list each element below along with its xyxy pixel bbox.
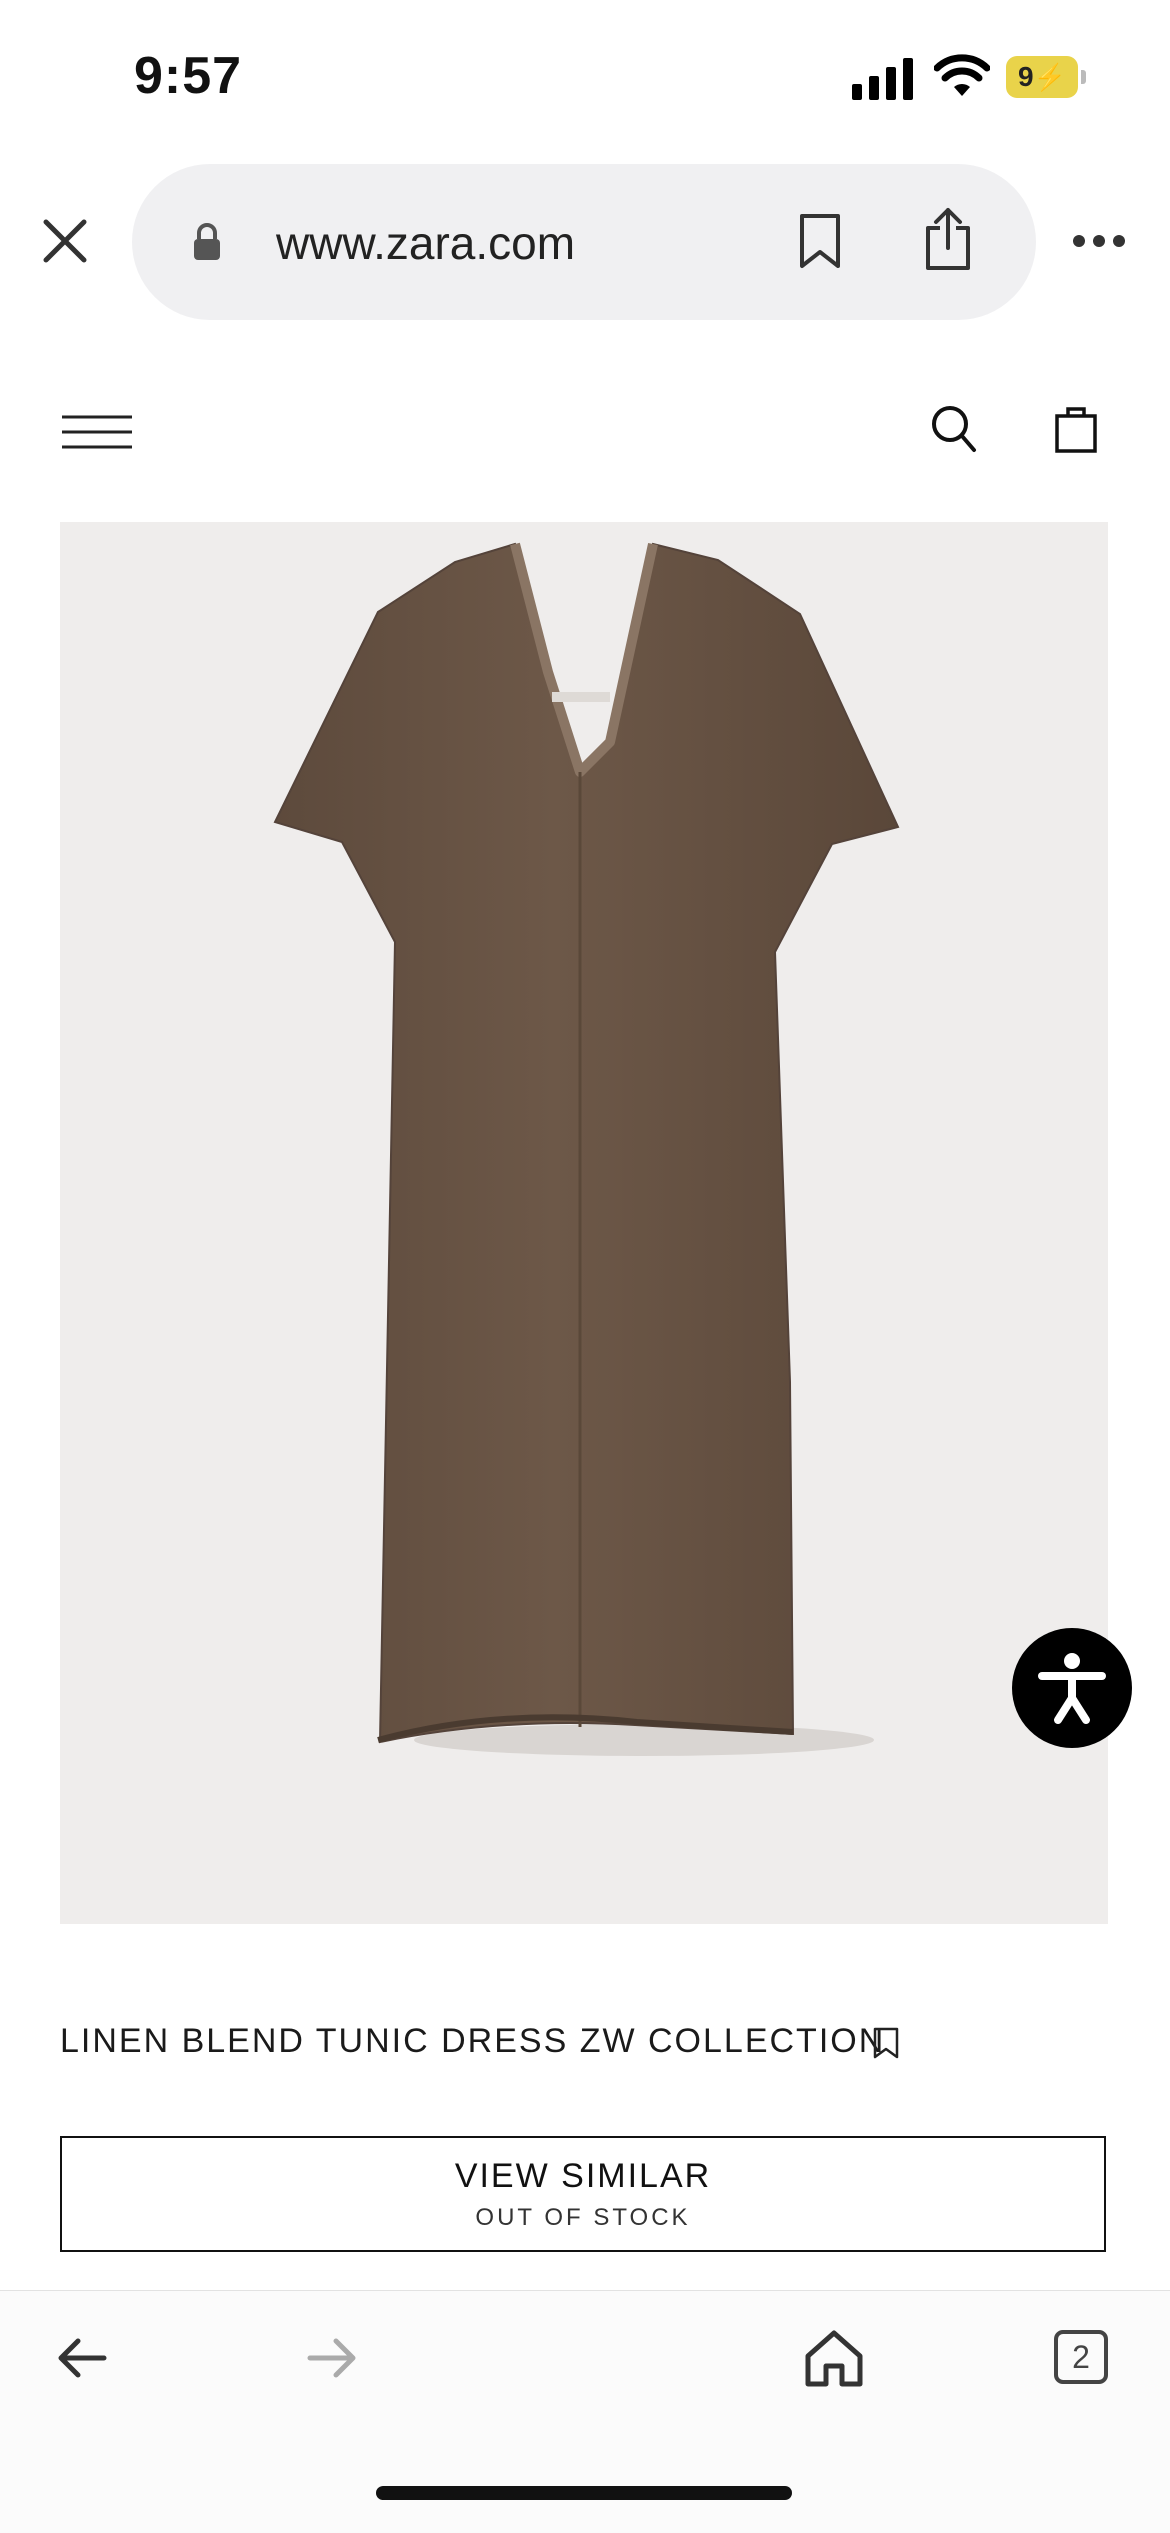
- address-bar[interactable]: [132, 164, 1036, 320]
- back-arrow-icon[interactable]: [56, 2336, 108, 2380]
- close-icon[interactable]: [42, 218, 88, 264]
- shopping-bag-icon[interactable]: [1054, 404, 1098, 454]
- product-title: LINEN BLEND TUNIC DRESS ZW COLLECTION: [60, 2022, 886, 2060]
- dress-illustration: [273, 542, 900, 1756]
- share-icon[interactable]: [922, 206, 974, 272]
- forward-arrow-icon[interactable]: [306, 2336, 358, 2380]
- home-icon[interactable]: [804, 2328, 864, 2388]
- save-item-icon[interactable]: [872, 2026, 900, 2060]
- battery-indicator: 9 ⚡: [1006, 56, 1078, 98]
- battery-cap: [1081, 70, 1086, 84]
- home-indicator[interactable]: [376, 2486, 792, 2500]
- battery-level: 9: [1018, 61, 1034, 92]
- accessibility-icon: [1038, 1653, 1106, 1724]
- url-text[interactable]: www.zara.com: [276, 216, 575, 270]
- stock-status: OUT OF STOCK: [475, 2203, 691, 2231]
- bookmark-icon[interactable]: [798, 212, 842, 270]
- lock-icon: [194, 223, 220, 260]
- product-image[interactable]: [60, 522, 1108, 1924]
- view-similar-button[interactable]: VIEW SIMILAR OUT OF STOCK: [60, 2136, 1106, 2252]
- charging-bolt-icon: ⚡: [1033, 61, 1066, 92]
- search-icon[interactable]: [930, 404, 978, 454]
- tabs-button[interactable]: 2: [1054, 2330, 1108, 2384]
- open-tabs-count: 2: [1072, 2338, 1090, 2375]
- accessibility-button[interactable]: [1012, 1628, 1132, 1748]
- cellular-signal-icon: [852, 58, 913, 100]
- view-similar-label: VIEW SIMILAR: [454, 2156, 712, 2195]
- more-options-icon[interactable]: [1072, 234, 1126, 248]
- status-time: 9:57: [134, 47, 243, 105]
- wifi-icon: [934, 54, 990, 96]
- menu-icon[interactable]: [62, 414, 132, 450]
